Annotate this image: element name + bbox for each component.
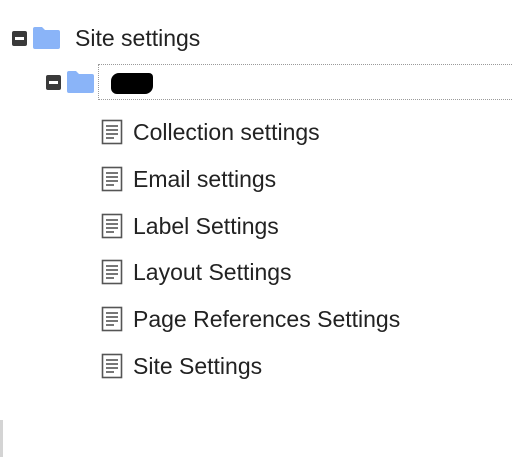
tree-leaf-label-settings[interactable]: Label Settings [101, 209, 279, 243]
settings-tree: Site settings Collection settings Email … [0, 0, 512, 457]
tree-node-site-settings[interactable]: Site settings [12, 21, 200, 55]
folder-icon [32, 26, 61, 50]
tree-leaf-layout-settings[interactable]: Layout Settings [101, 255, 292, 289]
tree-leaf-label: Collection settings [133, 119, 320, 145]
folder-icon [66, 70, 95, 94]
selected-node-focus[interactable] [98, 64, 512, 100]
redaction-mark [111, 73, 153, 94]
tree-leaf-email-settings[interactable]: Email settings [101, 162, 276, 196]
tree-leaf-label: Label Settings [133, 213, 279, 239]
collapse-icon[interactable] [12, 30, 27, 46]
tree-leaf-page-references-settings[interactable]: Page References Settings [101, 302, 400, 336]
tree-node-redacted[interactable] [46, 64, 512, 100]
tree-leaf-collection-settings[interactable]: Collection settings [101, 115, 320, 149]
tree-leaf-label: Page References Settings [133, 306, 401, 332]
tree-leaf-label: Site Settings [133, 353, 263, 379]
tree-leaf-label: Email settings [133, 166, 277, 192]
document-icon [101, 353, 123, 379]
tree-leaf-label: Layout Settings [133, 259, 292, 285]
document-icon [101, 166, 123, 192]
tree-node-label: Site settings [75, 25, 201, 51]
document-icon [101, 306, 123, 332]
document-icon [101, 119, 123, 145]
collapse-icon[interactable] [46, 74, 61, 90]
tree-leaf-site-settings[interactable]: Site Settings [101, 349, 262, 383]
document-icon [101, 213, 123, 239]
document-icon [101, 259, 123, 285]
